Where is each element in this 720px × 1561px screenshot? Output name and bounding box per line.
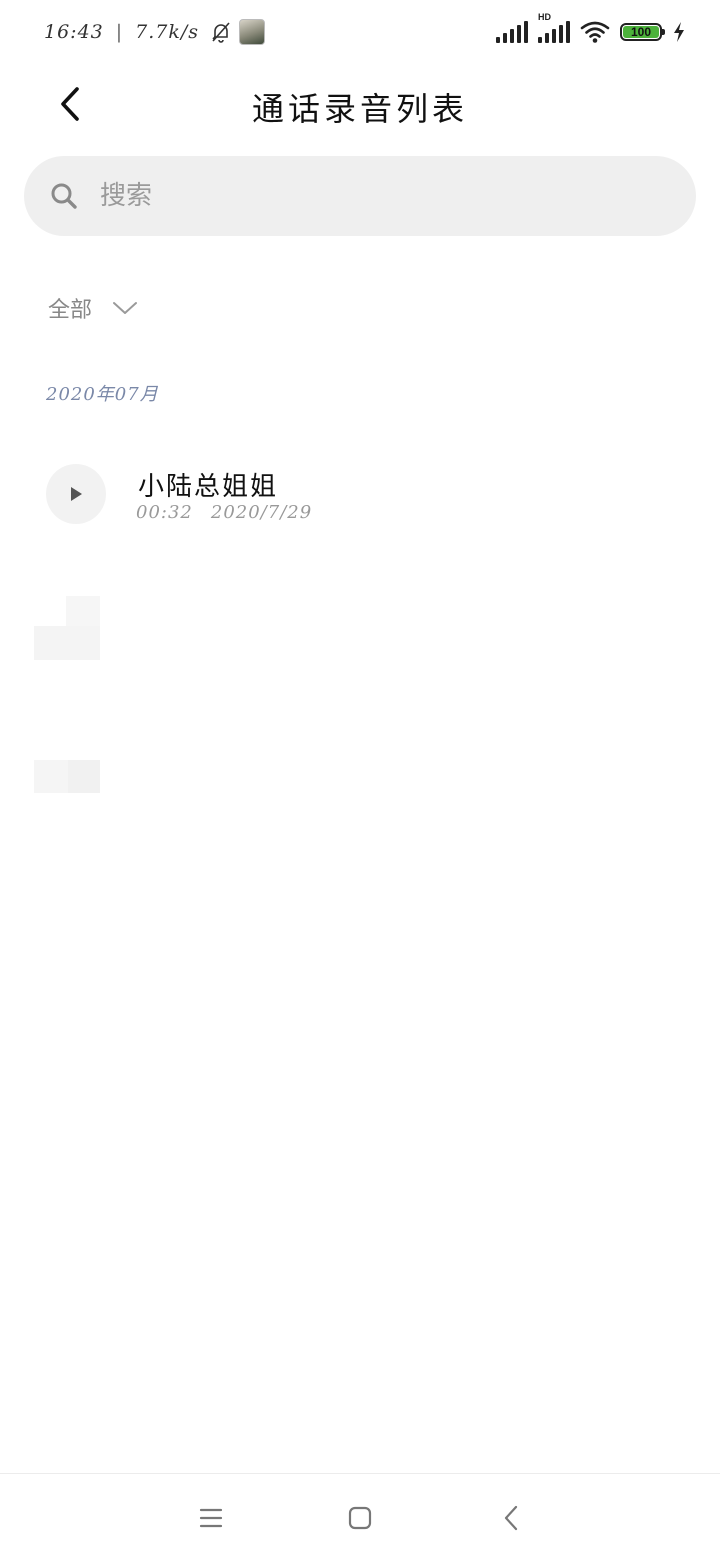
system-nav-bar — [0, 1473, 720, 1561]
battery-indicator: 100 — [620, 23, 665, 41]
placeholder-block — [34, 626, 100, 660]
placeholder-block — [66, 596, 100, 628]
placeholder-block — [34, 760, 68, 793]
network-speed: 7.7k/s — [135, 21, 200, 43]
section-header-month: 2020年07月 — [46, 384, 159, 405]
chevron-down-icon — [112, 300, 138, 316]
home-icon — [348, 1506, 372, 1530]
menu-icon — [199, 1507, 223, 1529]
recording-contact-name: 小陆总姐姐 — [138, 472, 279, 502]
charging-icon — [672, 21, 686, 43]
status-separator: | — [115, 21, 124, 43]
signal-hd-icon: HD — [538, 12, 570, 43]
bell-off-icon — [209, 20, 233, 44]
search-input[interactable] — [100, 174, 620, 218]
hd-label: HD — [538, 12, 551, 22]
recording-date: 2020/7/29 — [210, 502, 313, 523]
filter-label: 全部 — [48, 298, 93, 323]
status-bar: 16:43 | 7.7k/s HD 100 — [0, 0, 720, 64]
play-button[interactable] — [46, 464, 106, 524]
nav-menu-button[interactable] — [195, 1502, 227, 1534]
recording-list-item[interactable]: 小陆总姐姐 00:32 2020/7/29 — [46, 462, 674, 528]
page-title: 通话录音列表 — [251, 90, 468, 128]
avatar — [239, 19, 266, 45]
status-time: 16:43 — [44, 21, 104, 43]
play-icon — [68, 485, 84, 503]
nav-home-button[interactable] — [344, 1502, 376, 1534]
search-bar[interactable] — [24, 156, 696, 236]
signal-icon — [496, 21, 528, 43]
status-right: HD 100 — [496, 12, 686, 46]
filter-dropdown[interactable]: 全部 — [48, 288, 138, 328]
search-icon — [50, 182, 78, 210]
nav-back-button[interactable] — [495, 1502, 527, 1534]
header: 通话录音列表 — [0, 64, 720, 144]
battery-level: 100 — [623, 25, 659, 39]
wifi-icon — [580, 20, 610, 44]
back-icon — [503, 1505, 519, 1531]
recording-meta: 00:32 2020/7/29 — [136, 502, 312, 523]
recording-duration: 00:32 — [136, 502, 193, 523]
placeholder-block — [68, 760, 100, 793]
status-left: 16:43 | 7.7k/s — [44, 18, 266, 46]
